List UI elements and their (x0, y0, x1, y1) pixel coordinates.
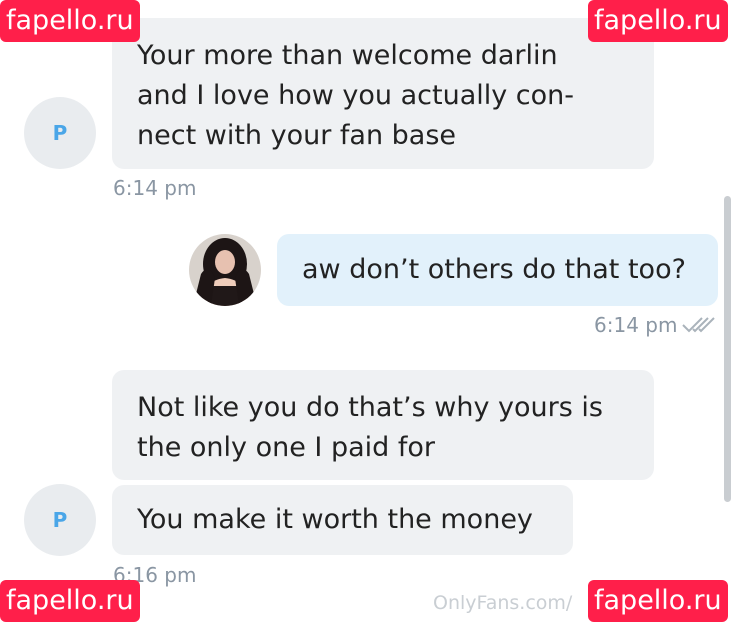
message-timestamp: 6:14 pm (113, 176, 197, 200)
watermark-bottom-right: fapello.ru (588, 580, 728, 622)
message-bubble-incoming[interactable]: Your more than welcome darlin and I love… (112, 18, 654, 169)
double-check-icon (682, 317, 715, 333)
avatar-letter: P (52, 121, 68, 145)
message-line: Your more than welcome darlin (137, 40, 558, 71)
message-bubble-incoming[interactable]: You make it worth the money (112, 485, 573, 555)
message-line: the only one I paid for (137, 432, 435, 463)
message-text: You make it worth the money (137, 504, 533, 535)
avatar-letter: P (52, 508, 68, 532)
message-bubble-outgoing[interactable]: aw don’t others do that too? (277, 234, 718, 306)
watermark-bottom-left: fapello.ru (0, 580, 140, 622)
message-line: nect with your fan base (137, 120, 457, 151)
message-bubble-incoming[interactable]: Not like you do that’s why yours is the … (112, 370, 654, 480)
profile-photo-icon (189, 234, 261, 306)
sender-avatar[interactable]: P (24, 97, 96, 169)
self-avatar[interactable] (189, 234, 261, 306)
message-line: Not like you do that’s why yours is (137, 392, 603, 423)
message-text: aw don’t others do that too? (302, 254, 686, 285)
watermark-top-left: fapello.ru (0, 0, 140, 42)
watermark-top-right: fapello.ru (588, 0, 728, 42)
message-line: and I love how you actually con- (137, 80, 575, 111)
sender-avatar[interactable]: P (24, 484, 96, 556)
scrollbar[interactable] (724, 196, 731, 502)
message-timestamp: 6:14 pm (594, 313, 678, 337)
onlyfans-watermark: OnlyFans.com/ (433, 592, 573, 614)
